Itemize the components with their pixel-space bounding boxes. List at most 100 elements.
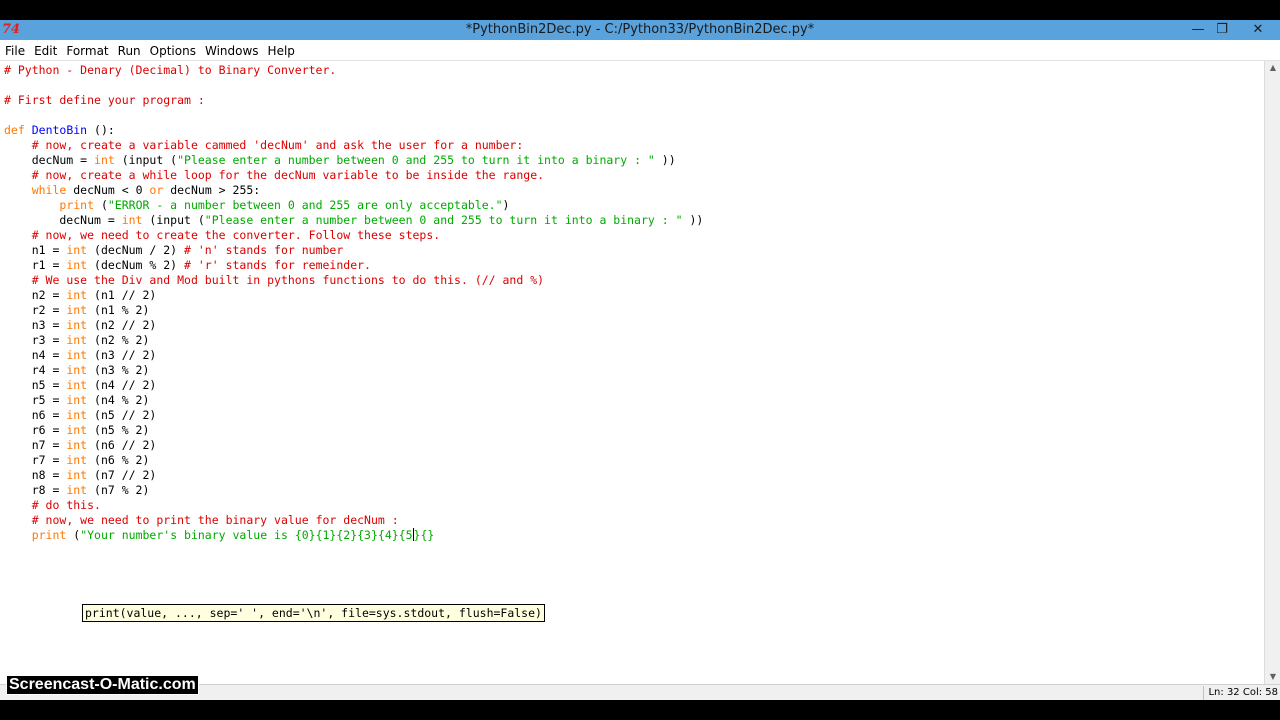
code-token-keyword: print <box>31 528 67 542</box>
code-token-plain: r8 = <box>4 483 67 497</box>
code-token-plain: (n5 // 2) <box>87 408 157 422</box>
code-token-definition: DentoBin <box>31 123 88 137</box>
code-line[interactable]: n6 = int (n5 // 2) <box>4 408 703 423</box>
code-line[interactable]: decNum = int (input ("Please enter a num… <box>4 153 703 168</box>
code-line[interactable]: r5 = int (n4 % 2) <box>4 393 703 408</box>
code-token-plain: (n6 % 2) <box>87 453 150 467</box>
menu-bar: File Edit Format Run Options Windows Help <box>0 40 1280 61</box>
menu-help[interactable]: Help <box>264 41 299 61</box>
code-token-keyword: int <box>66 408 88 422</box>
code-line[interactable]: n5 = int (n4 // 2) <box>4 378 703 393</box>
code-editor[interactable]: # Python - Denary (Decimal) to Binary Co… <box>0 61 1264 684</box>
menu-run[interactable]: Run <box>114 41 145 61</box>
code-line[interactable]: while decNum < 0 or decNum > 255: <box>4 183 703 198</box>
code-token-keyword: int <box>66 378 88 392</box>
scroll-up-arrow-icon[interactable]: ▲ <box>1265 61 1280 75</box>
menu-windows[interactable]: Windows <box>201 41 263 61</box>
code-token-string: }{} <box>413 528 435 542</box>
code-token-plain: (n4 % 2) <box>87 393 150 407</box>
menu-options[interactable]: Options <box>146 41 200 61</box>
title-bar[interactable]: 74 *PythonBin2Dec.py - C:/Python33/Pytho… <box>0 20 1280 40</box>
restore-button[interactable]: ❐ <box>1208 20 1236 40</box>
code-token-comment: # First define your program : <box>4 93 205 107</box>
letterbox-bottom <box>0 700 1280 720</box>
code-line[interactable]: r6 = int (n5 % 2) <box>4 423 703 438</box>
code-line[interactable] <box>4 108 703 123</box>
code-line[interactable] <box>4 78 703 93</box>
code-token-plain: (input ( <box>114 153 178 167</box>
code-line[interactable]: print ("ERROR - a number between 0 and 2… <box>4 198 703 213</box>
code-token-plain: n7 = <box>4 438 67 452</box>
code-token-keyword: int <box>66 453 88 467</box>
watermark-logo: Screencast-O-Matic.com <box>6 675 199 695</box>
code-line[interactable]: n1 = int (decNum / 2) # 'n' stands for n… <box>4 243 703 258</box>
code-token-plain: r7 = <box>4 453 67 467</box>
code-line[interactable]: # now, create a variable cammed 'decNum'… <box>4 138 703 153</box>
code-token-plain: decNum = <box>4 153 95 167</box>
code-token-plain: )) <box>682 213 704 227</box>
code-token-plain: ( <box>66 528 81 542</box>
code-line[interactable]: r3 = int (n2 % 2) <box>4 333 703 348</box>
code-token-plain: (n5 % 2) <box>87 423 150 437</box>
code-token-plain: (n1 // 2) <box>87 288 157 302</box>
code-token-plain: r2 = <box>4 303 67 317</box>
code-line[interactable]: # do this. <box>4 498 703 513</box>
code-token-plain: )) <box>654 153 676 167</box>
code-token-plain: n4 = <box>4 348 67 362</box>
code-line[interactable]: n3 = int (n2 // 2) <box>4 318 703 333</box>
scroll-down-arrow-icon[interactable]: ▼ <box>1265 670 1280 684</box>
code-token-plain: (n6 // 2) <box>87 438 157 452</box>
code-token-plain: n5 = <box>4 378 67 392</box>
menu-file[interactable]: File <box>1 41 29 61</box>
code-token-string: "Please enter a number between 0 and 255… <box>204 213 683 227</box>
code-token-comment: # now, we need to create the converter. … <box>31 228 441 242</box>
code-token-keyword: while <box>31 183 67 197</box>
code-token-keyword: int <box>66 258 88 272</box>
code-line[interactable]: n7 = int (n6 // 2) <box>4 438 703 453</box>
code-line[interactable]: n2 = int (n1 // 2) <box>4 288 703 303</box>
code-line[interactable]: n8 = int (n7 // 2) <box>4 468 703 483</box>
code-token-keyword: int <box>66 333 88 347</box>
code-token-keyword: int <box>66 468 88 482</box>
code-line[interactable]: # First define your program : <box>4 93 703 108</box>
code-line[interactable]: # now, create a while loop for the decNu… <box>4 168 703 183</box>
code-line[interactable]: n4 = int (n3 // 2) <box>4 348 703 363</box>
code-line[interactable]: # We use the Div and Mod built in python… <box>4 273 703 288</box>
code-token-comment: # We use the Div and Mod built in python… <box>31 273 545 287</box>
code-line[interactable]: # Python - Denary (Decimal) to Binary Co… <box>4 63 703 78</box>
code-line[interactable]: decNum = int (input ("Please enter a num… <box>4 213 703 228</box>
code-line[interactable]: print ("Your number's binary value is {0… <box>4 528 703 543</box>
code-token-keyword: int <box>66 423 88 437</box>
code-token-comment: # now, create a while loop for the decNu… <box>31 168 545 182</box>
code-token-keyword: print <box>59 198 95 212</box>
close-button[interactable]: ✕ <box>1244 20 1272 40</box>
code-line[interactable]: r8 = int (n7 % 2) <box>4 483 703 498</box>
menu-edit[interactable]: Edit <box>30 41 61 61</box>
code-token-comment: # now, we need to print the binary value… <box>31 513 399 527</box>
code-token-plain: r3 = <box>4 333 67 347</box>
code-token-plain: decNum > 255: <box>163 183 261 197</box>
code-token-plain: (): <box>87 123 115 137</box>
code-line[interactable]: # now, we need to create the converter. … <box>4 228 703 243</box>
menu-format[interactable]: Format <box>62 41 112 61</box>
letterbox-top <box>0 0 1280 20</box>
code-line[interactable]: r4 = int (n3 % 2) <box>4 363 703 378</box>
code-token-plain: (n1 % 2) <box>87 303 150 317</box>
code-token-keyword: int <box>66 363 88 377</box>
code-token-comment: # do this. <box>31 498 101 512</box>
code-token-plain: n8 = <box>4 468 67 482</box>
code-line[interactable]: r1 = int (decNum % 2) # 'r' stands for r… <box>4 258 703 273</box>
code-lines[interactable]: # Python - Denary (Decimal) to Binary Co… <box>4 63 703 543</box>
code-line[interactable]: # now, we need to print the binary value… <box>4 513 703 528</box>
code-line[interactable]: r7 = int (n6 % 2) <box>4 453 703 468</box>
code-token-string: "Your number's binary value is {0}{1}{2}… <box>80 528 413 542</box>
code-line[interactable]: def DentoBin (): <box>4 123 703 138</box>
code-token-keyword: int <box>66 483 88 497</box>
code-token-keyword: int <box>66 318 88 332</box>
code-line[interactable]: r2 = int (n1 % 2) <box>4 303 703 318</box>
vertical-scrollbar[interactable]: ▲ ▼ <box>1264 61 1280 684</box>
